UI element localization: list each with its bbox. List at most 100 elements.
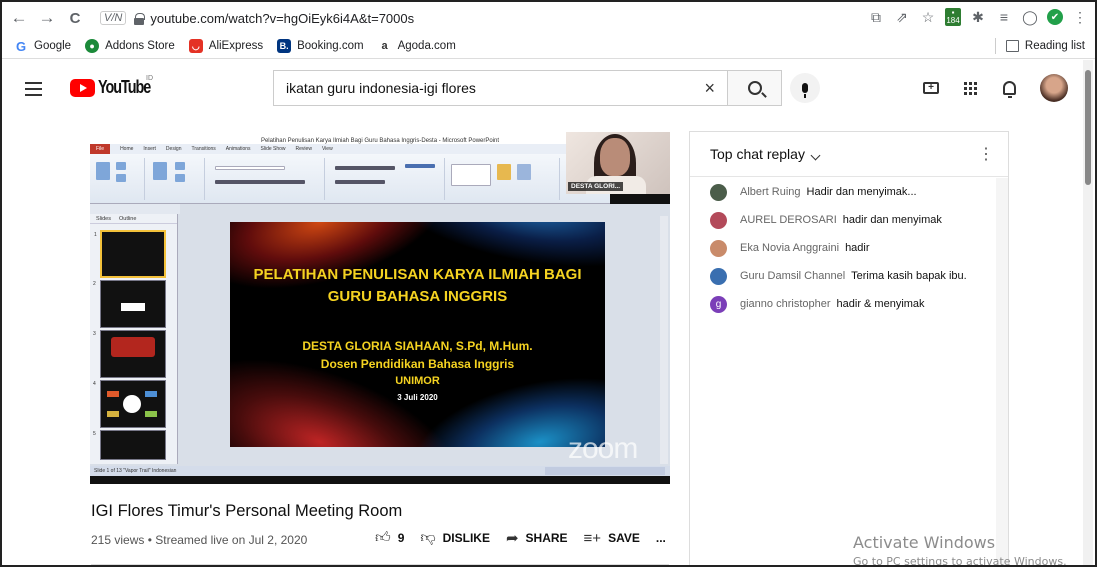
create-button[interactable]: + (918, 75, 944, 101)
page-scrollbar-thumb[interactable] (1085, 70, 1091, 185)
video-actions: 👍︎ 9 👎︎ DISLIKE ➦ SHARE ≡+ SAVE ... (375, 529, 682, 547)
lock-icon[interactable] (134, 12, 146, 25)
slide-title-line2: GURU BAHASA INGGRIS (327, 288, 508, 305)
ribbon-group-clipboard (90, 158, 145, 200)
ribbon-group-font (205, 158, 325, 200)
user-avatar[interactable] (710, 211, 727, 229)
chat-author[interactable]: Guru Damsil Channel (740, 270, 845, 282)
header-actions: + (918, 74, 1068, 102)
video-title: IGI Flores Timur's Personal Meeting Room (91, 502, 403, 520)
bookmark-addons-store[interactable]: ● Addons Store (85, 39, 175, 53)
dislike-button[interactable]: 👎︎ DISLIKE (420, 529, 490, 547)
user-avatar[interactable] (710, 183, 727, 201)
page-scrollbar[interactable] (1083, 60, 1093, 565)
extensions-puzzle-icon[interactable]: ✱ (969, 7, 987, 27)
ppt-vertical-scrollbar (660, 216, 668, 464)
hamburger-menu-icon[interactable] (25, 82, 42, 96)
share-button[interactable]: ➦ SHARE (506, 529, 568, 547)
chat-mode-dropdown[interactable]: Top chat replay (710, 146, 821, 162)
browser-window: ← → C V/N youtube.com/watch?v=hgOiEyk6i4… (0, 0, 1097, 567)
slide-thumbnail: 2 (93, 280, 166, 328)
bookmark-star-icon[interactable]: ☆ (919, 7, 937, 27)
bookmark-agoda[interactable]: a Agoda.com (378, 39, 456, 53)
profile-icon[interactable]: ◯ (1021, 7, 1039, 27)
search-button[interactable] (728, 70, 782, 106)
like-button[interactable]: 👍︎ 9 (375, 529, 404, 547)
account-avatar[interactable] (1040, 74, 1068, 102)
thumb-number: 5 (93, 431, 96, 437)
address-field[interactable]: V/N youtube.com/watch?v=hgOiEyk6i4A&t=70… (100, 7, 414, 29)
like-count: 9 (397, 531, 405, 545)
chat-more-options-icon[interactable]: ⋮ (978, 144, 994, 164)
video-player[interactable]: Pelatihan Penulisan Karya Ilmiah Bagi Gu… (90, 132, 670, 484)
activate-windows-subtitle: Go to PC settings to activate Windows. (853, 555, 1067, 567)
bookmark-booking[interactable]: B. Booking.com (277, 39, 364, 53)
speaker-webcam-tile[interactable]: DESTA GLORI... (566, 132, 670, 194)
notifications-button[interactable] (996, 75, 1022, 101)
youtube-logo[interactable]: YouTube ID (70, 75, 163, 98)
speaker-name-label: DESTA GLORI... (568, 182, 624, 191)
user-avatar[interactable]: g (710, 295, 727, 313)
chat-text: hadir & menyimak (836, 298, 925, 310)
chat-text: hadir (845, 242, 870, 254)
extension-toolbar: ⧉ ⇗ ☆ ▪ 184 ✱ ≡ ◯ ✔ ⋮ (867, 7, 1089, 27)
dislike-label: DISLIKE (442, 531, 490, 545)
slide-title-line1: PELATIHAN PENULISAN KARYA ILMIAH BAGI (253, 266, 582, 283)
more-actions-button[interactable]: ... (656, 531, 666, 545)
extension-counter-icon[interactable]: ▪ 184 (945, 8, 961, 26)
ppt-ribbon (90, 154, 610, 204)
divider (994, 38, 996, 54)
youtube-header: YouTube ID × + (2, 60, 1087, 118)
bookmark-aliexpress[interactable]: ◡ AliExpress (188, 39, 263, 53)
chat-message: Eka Novia Anggraini hadir (690, 234, 996, 262)
back-button[interactable]: ← (8, 7, 30, 29)
divider (91, 564, 669, 565)
thumb-tabs: Slides Outline (90, 214, 177, 224)
apps-button[interactable] (957, 75, 983, 101)
save-label: SAVE (608, 531, 640, 545)
bookmark-label: Agoda.com (397, 40, 456, 52)
forward-button[interactable]: → (36, 7, 58, 29)
search-input[interactable] (286, 80, 686, 96)
share-icon[interactable]: ⇗ (893, 7, 911, 27)
user-avatar[interactable] (710, 239, 727, 257)
voice-search-button[interactable] (790, 73, 820, 103)
reading-list-icon (1005, 40, 1019, 52)
addons-store-icon: ● (85, 39, 100, 53)
ppt-tab-transitions: Transitions (191, 146, 216, 152)
reading-list-label: Reading list (1024, 40, 1085, 52)
browser-menu-icon[interactable]: ⋮ (1071, 7, 1089, 27)
aliexpress-icon: ◡ (188, 39, 203, 53)
media-queue-icon[interactable]: ≡ (995, 7, 1013, 27)
chat-message: Albert Ruing Hadir dan menyimak... (690, 178, 996, 206)
chat-scrollbar[interactable] (996, 178, 1008, 565)
reading-list-button[interactable]: Reading list (994, 38, 1085, 54)
ribbon-group-paragraph (325, 158, 445, 200)
chat-author[interactable]: gianno christopher (740, 298, 831, 310)
current-slide: PELATIHAN PENULISAN KARYA ILMIAH BAGI GU… (230, 222, 605, 447)
chat-author[interactable]: Eka Novia Anggraini (740, 242, 839, 254)
url-text[interactable]: youtube.com/watch?v=hgOiEyk6i4A&t=7000s (150, 11, 414, 26)
create-video-icon: + (923, 82, 939, 94)
zoom-watermark: zoom (568, 432, 638, 465)
clear-search-icon[interactable]: × (704, 78, 715, 99)
chat-author[interactable]: Albert Ruing (740, 186, 801, 198)
ppt-zoom-control (545, 467, 665, 475)
live-chat-panel: Top chat replay ⋮ Albert Ruing Hadir dan… (689, 131, 1009, 565)
site-badge-icon[interactable]: V/N (100, 11, 127, 25)
save-button[interactable]: ≡+ SAVE (584, 530, 640, 547)
chat-author[interactable]: AUREL DEROSARI (740, 214, 837, 226)
bookmark-google[interactable]: G Google (14, 39, 72, 54)
bookmark-label: Google (34, 40, 72, 52)
address-bar-row: ← → C V/N youtube.com/watch?v=hgOiEyk6i4… (2, 2, 1095, 34)
reload-button[interactable]: C (64, 7, 86, 29)
shield-check-icon[interactable]: ✔ (1047, 9, 1063, 25)
chat-text: hadir dan menyimak (842, 214, 942, 226)
apps-grid-icon (963, 81, 977, 95)
chat-text: Terima kasih bapak ibu. (851, 270, 967, 282)
search-box[interactable]: × (273, 70, 728, 106)
google-lens-icon[interactable]: ⧉ (867, 7, 885, 27)
user-avatar[interactable] (710, 267, 727, 285)
ppt-quick-access-toolbar (90, 204, 180, 214)
ppt-tab-design: Design (165, 146, 182, 152)
